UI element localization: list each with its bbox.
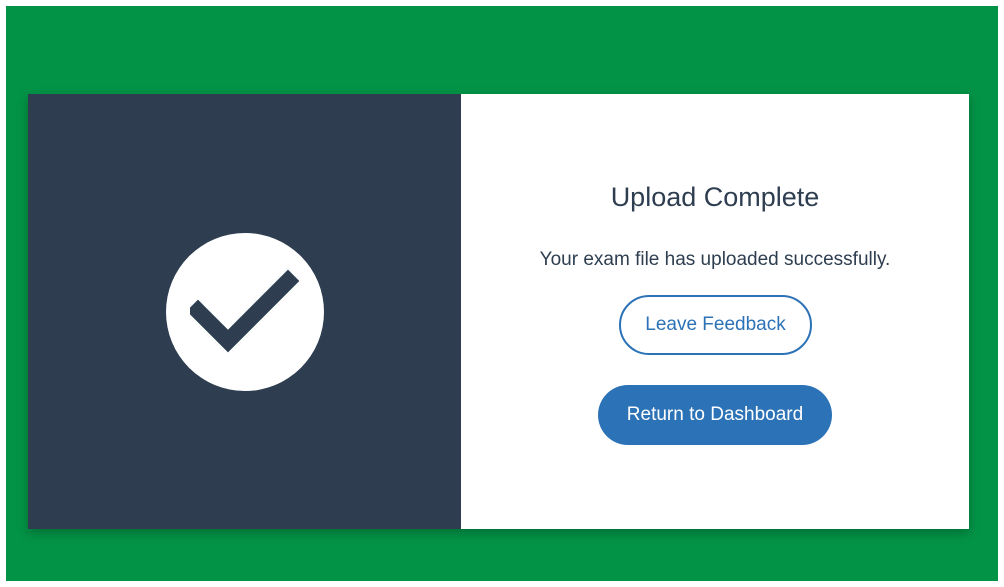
status-panel <box>28 94 461 529</box>
checkmark-icon <box>189 269 299 352</box>
success-badge <box>165 232 324 391</box>
leave-feedback-button[interactable]: Leave Feedback <box>619 295 812 355</box>
return-to-dashboard-button[interactable]: Return to Dashboard <box>598 385 832 445</box>
content-panel: Upload Complete Your exam file has uploa… <box>461 94 969 529</box>
success-message: Your exam file has uploaded successfully… <box>539 249 891 270</box>
dialog-title: Upload Complete <box>610 182 820 212</box>
page-background: Upload Complete Your exam file has uploa… <box>6 6 998 581</box>
upload-complete-card: Upload Complete Your exam file has uploa… <box>28 94 969 529</box>
